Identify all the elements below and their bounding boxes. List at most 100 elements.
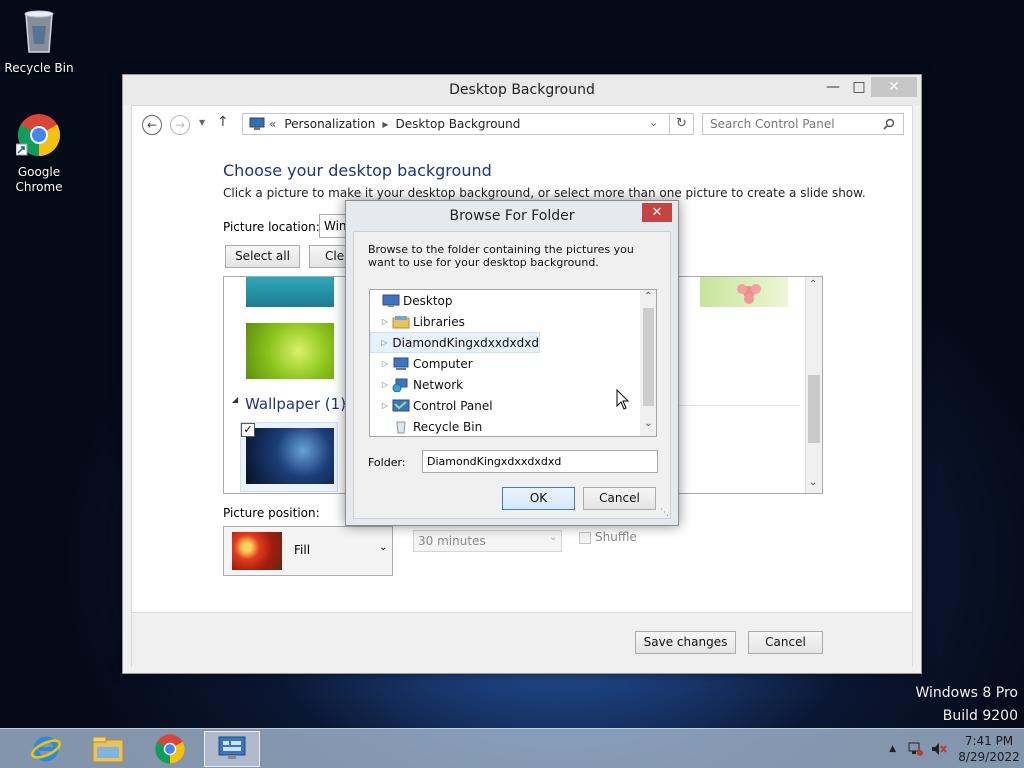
desktop-icon-recycle-bin[interactable]: Recycle Bin: [0, 6, 78, 76]
address-bar[interactable]: « Personalization ▶ Desktop Background ⌄: [242, 113, 670, 135]
picture-location-label: Picture location:: [223, 220, 320, 234]
dialog-cancel-button[interactable]: Cancel: [583, 487, 656, 510]
wallpaper-thumbnail[interactable]: [246, 323, 334, 379]
cancel-button[interactable]: Cancel: [748, 631, 823, 654]
scroll-down-icon[interactable]: ⌄: [644, 418, 652, 429]
desktop-icon-google-chrome[interactable]: Google Chrome: [0, 112, 78, 195]
shuffle-checkbox[interactable]: [579, 532, 591, 544]
desktop-icon-label: Google Chrome: [15, 165, 63, 194]
chrome-icon: [15, 114, 61, 156]
tree-item-control-panel[interactable]: ▷ Control Panel: [370, 395, 493, 416]
wallpaper-checkbox[interactable]: ✓: [241, 423, 255, 437]
control-panel-icon: [392, 399, 410, 411]
tree-item-recycle-bin[interactable]: Recycle Bin: [370, 416, 482, 436]
tree-item-user-folder[interactable]: ▷ DiamondKingxdxxdxdxd: [370, 332, 540, 353]
volume-muted-icon[interactable]: [930, 741, 948, 757]
close-button[interactable]: ✕: [871, 77, 917, 97]
show-hidden-icons-icon[interactable]: ▲: [889, 744, 896, 754]
refresh-button[interactable]: ↻: [670, 113, 694, 135]
folder-tree[interactable]: Desktop ▷ Libraries ▷ DiamondKingxdxxdxd…: [369, 289, 657, 437]
scroll-up-icon[interactable]: ⌃: [809, 279, 817, 290]
window-title: Desktop Background: [123, 75, 921, 105]
save-changes-button[interactable]: Save changes: [635, 631, 736, 654]
tree-item-computer[interactable]: ▷ Computer: [370, 353, 473, 374]
search-icon[interactable]: [883, 118, 895, 130]
scrollbar-thumb[interactable]: [808, 375, 820, 443]
taskbar-control-panel[interactable]: [204, 731, 260, 767]
expand-arrow-icon[interactable]: ▷: [380, 359, 390, 368]
breadcrumb-item-personalization[interactable]: Personalization: [284, 117, 375, 131]
libraries-icon: [392, 315, 410, 328]
scroll-down-icon[interactable]: ⌄: [809, 477, 817, 488]
clock-date: 8/29/2022: [958, 750, 1020, 764]
back-button[interactable]: ←: [142, 115, 162, 135]
breadcrumb-prefix: «: [269, 117, 277, 131]
computer-icon: [393, 357, 409, 370]
page-description: Click a picture to make it your desktop …: [223, 186, 866, 200]
minimize-button[interactable]: —: [819, 77, 847, 97]
expand-arrow-icon[interactable]: ▷: [381, 338, 387, 347]
system-tray: ▲ 7:41 PM 8/29/2022: [889, 729, 1024, 768]
clock-time: 7:41 PM: [964, 734, 1014, 748]
select-all-button[interactable]: Select all: [225, 245, 300, 268]
control-panel-icon: [249, 117, 265, 130]
control-panel-icon: [218, 736, 246, 759]
chevron-down-icon: ⌄: [379, 542, 388, 553]
forward-button[interactable]: →: [170, 115, 190, 135]
dialog-body: Browse to the folder containing the pict…: [353, 231, 671, 519]
maximize-button[interactable]: □: [845, 77, 873, 97]
collapse-group-icon[interactable]: ◢: [232, 395, 238, 404]
folder-icon: [92, 736, 124, 763]
dialog-instructions: Browse to the folder containing the pict…: [368, 243, 634, 269]
taskbar-internet-explorer[interactable]: [18, 731, 74, 767]
recent-pages-dropdown-icon[interactable]: ▼: [199, 118, 205, 127]
wallpaper-thumbnail: [246, 428, 334, 484]
folder-input[interactable]: DiamondKingxdxxdxdxd: [422, 450, 658, 473]
resize-grip-icon[interactable]: ⋱: [660, 508, 669, 518]
expand-arrow-icon[interactable]: ▷: [380, 317, 390, 326]
browse-for-folder-dialog: Browse For Folder ✕ Browse to the folder…: [345, 200, 679, 526]
group-title[interactable]: Wallpaper (1): [245, 395, 346, 413]
internet-explorer-icon: [30, 736, 62, 762]
search-input[interactable]: Search Control Panel: [702, 113, 904, 135]
folder-label: Folder:: [368, 456, 406, 469]
taskbar-file-explorer[interactable]: [80, 731, 136, 767]
tree-scrollbar[interactable]: ⌃ ⌄: [640, 290, 656, 436]
picture-position-value: Fill: [294, 543, 311, 557]
desktop-icon-label: Recycle Bin: [4, 61, 74, 75]
interval-select[interactable]: 30 minutes: [413, 530, 562, 552]
clock[interactable]: 7:41 PM 8/29/2022: [954, 733, 1024, 765]
position-preview-thumbnail: [232, 532, 282, 570]
breadcrumb-item-desktop-background[interactable]: Desktop Background: [395, 117, 520, 131]
scroll-up-icon[interactable]: ⌃: [644, 291, 652, 302]
scrollbar-thumb[interactable]: [643, 308, 654, 406]
address-dropdown-icon[interactable]: ⌄: [649, 116, 658, 129]
tree-item-desktop[interactable]: Desktop: [370, 290, 453, 311]
watermark-edition: Windows 8 Pro: [915, 685, 1018, 701]
picture-position-select[interactable]: Fill ⌄: [223, 526, 393, 576]
wallpaper-thumbnail[interactable]: [700, 277, 788, 307]
shuffle-label: Shuffle: [595, 530, 637, 544]
expand-arrow-icon[interactable]: ▷: [380, 380, 390, 389]
ok-button[interactable]: OK: [502, 487, 575, 510]
recycle-bin-icon: [24, 10, 54, 53]
network-tray-icon[interactable]: [906, 741, 924, 757]
wallpaper-item-selected[interactable]: ✓: [240, 422, 338, 492]
flower-icon: [737, 284, 761, 304]
tree-item-network[interactable]: ▷ Network: [370, 374, 463, 395]
taskbar: ▲ 7:41 PM 8/29/2022: [0, 728, 1024, 768]
expand-arrow-icon[interactable]: ▷: [380, 401, 390, 410]
wallpaper-thumbnail[interactable]: [246, 277, 334, 307]
gallery-scrollbar[interactable]: ⌃ ⌄: [805, 277, 822, 493]
network-icon: [392, 378, 408, 392]
taskbar-google-chrome[interactable]: [142, 731, 198, 767]
breadcrumb-separator-icon[interactable]: ▶: [382, 120, 388, 129]
mouse-cursor-icon: [616, 389, 630, 410]
dialog-close-button[interactable]: ✕: [642, 203, 672, 222]
desktop-icon: [382, 294, 400, 307]
dialog-title: Browse For Folder: [449, 208, 575, 224]
tree-item-libraries[interactable]: ▷ Libraries: [370, 311, 465, 332]
up-button[interactable]: ↑: [217, 114, 229, 130]
chevron-down-icon: ⌄: [549, 532, 558, 543]
page-heading: Choose your desktop background: [223, 161, 492, 180]
